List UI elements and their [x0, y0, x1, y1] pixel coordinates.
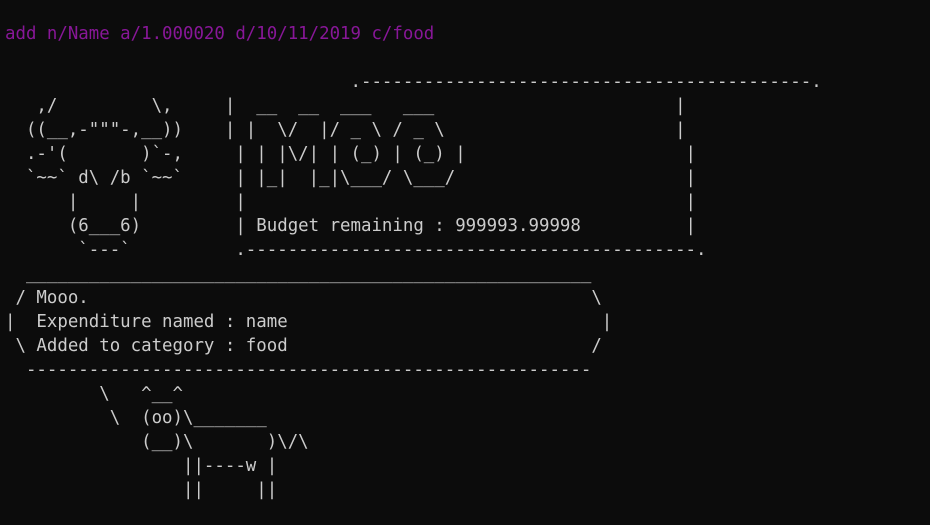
banner-line: | | | | — [5, 192, 697, 212]
cow-art-line: \ (oo)\_______ — [5, 408, 267, 428]
speech-bubble-line: ----------------------------------------… — [5, 360, 592, 380]
command-line: add n/Name a/1.000020 d/10/11/2019 c/foo… — [5, 24, 435, 44]
banner-line: `~~` d\ /b `~~` | |_| |_|\___/ \___/ | — [5, 168, 697, 188]
banner-line: .---------------------------------------… — [5, 72, 822, 92]
speech-bubble-line: \ Added to category : food / — [5, 336, 602, 356]
budget-remaining-line: (6___6) | Budget remaining : 999993.9999… — [5, 216, 697, 236]
banner-line: ,/ \, | __ __ ___ ___ | — [5, 96, 686, 116]
cow-art-line: || || — [5, 480, 278, 500]
cow-art-line: (__)\ )\/\ — [5, 432, 309, 452]
speech-bubble-line: | Expenditure named : name | — [5, 312, 613, 332]
cow-art-line: \ ^__^ — [5, 384, 183, 404]
banner-line: `---` .---------------------------------… — [5, 240, 707, 260]
speech-bubble-line: / Mooo. \ — [5, 288, 602, 308]
banner-line: .-'( )`-, | | |\/| | (_) | (_) | | — [5, 144, 697, 164]
terminal-window[interactable]: add n/Name a/1.000020 d/10/11/2019 c/foo… — [0, 0, 930, 525]
cow-art-line: ||----w | — [5, 456, 278, 476]
speech-bubble-line: ________________________________________… — [5, 264, 592, 284]
banner-line: ((__,-"""-,__)) | | \/ |/ _ \ / _ \ | — [5, 120, 686, 140]
